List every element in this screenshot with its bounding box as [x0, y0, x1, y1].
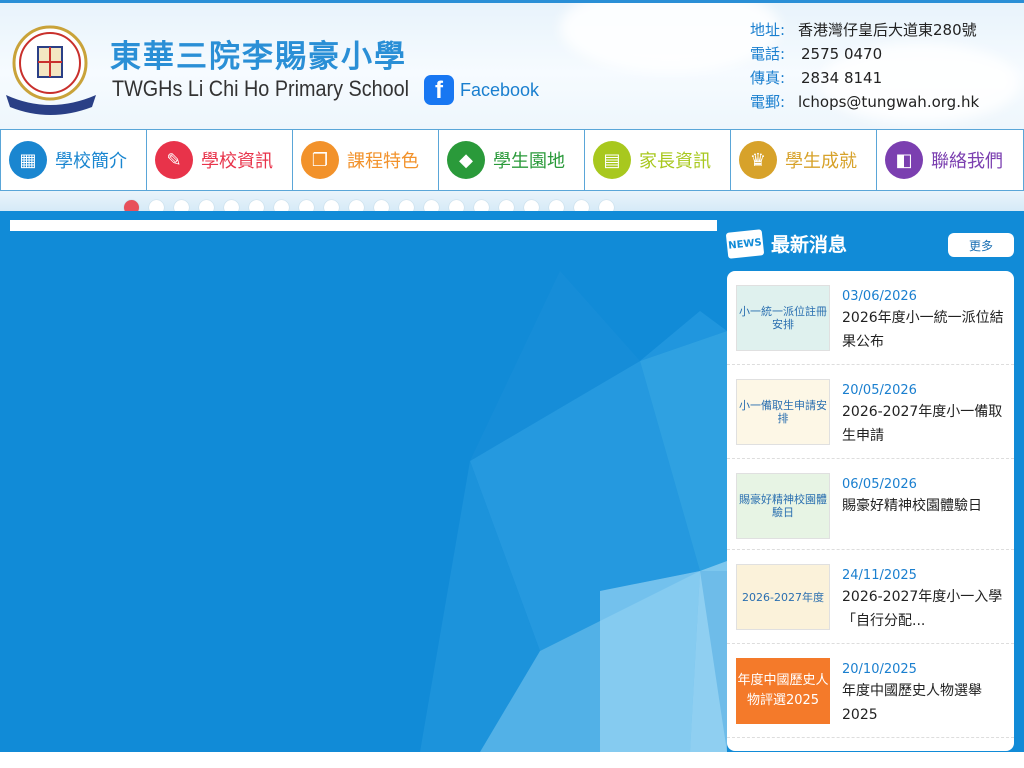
news-text: 20/10/2025 年度中國歷史人物選舉2025	[830, 654, 1014, 727]
header-cloud	[560, 3, 780, 73]
nav-item-label: 課程特色	[347, 151, 419, 172]
nav-item-label: 聯絡我們	[931, 151, 1003, 172]
contact-email-link[interactable]: lchops@tungwah.org.hk	[798, 90, 979, 114]
news-headline[interactable]: 2026-2027年度小一備取生申請	[842, 400, 1010, 448]
books-icon: ❐	[301, 141, 339, 179]
contact-key: 傳真:	[750, 69, 786, 87]
contact-key: 地址:	[750, 21, 786, 39]
nav-item-label: 學校簡介	[55, 151, 127, 172]
site-header: 東華三院李賜豪小學 TWGHs Li Chi Ho Primary School…	[0, 0, 1024, 130]
document-edit-icon: ✎	[155, 141, 193, 179]
news-text: 20/05/2026 2026-2027年度小一備取生申請	[830, 375, 1014, 448]
contact-email: 電郵: lchops@tungwah.org.hk	[750, 90, 979, 114]
nav-item-label: 學生成就	[785, 151, 857, 172]
graduation-cap-icon: ◆	[447, 141, 485, 179]
facebook-link[interactable]: f Facebook	[424, 75, 539, 105]
trophy-icon: ♛	[739, 141, 777, 179]
school-building-icon: ▦	[9, 141, 47, 179]
facebook-icon: f	[424, 75, 454, 105]
contact-value: 2834 8141	[801, 69, 883, 87]
news-item[interactable]: 2026-2027年度 24/11/2025 2026-2027年度小一入學「自行分…	[727, 550, 1014, 644]
nav-item-label: 家長資訊	[639, 151, 711, 172]
nav-item[interactable]: ▤ 家長資訊	[585, 130, 731, 190]
news-header: NEWS 最新消息	[725, 228, 848, 259]
nav-item[interactable]: ❐ 課程特色	[293, 130, 439, 190]
bottom-edge	[0, 752, 1024, 768]
nav-item[interactable]: ▦ 學校簡介	[1, 130, 147, 190]
contact-fax: 傳真: 2834 8141	[750, 66, 979, 90]
news-icon: ▤	[593, 141, 631, 179]
news-more-button[interactable]: 更多	[948, 233, 1014, 257]
news-headline[interactable]: 年度中國歷史人物選舉2025	[842, 679, 1010, 727]
news-headline[interactable]: 2026年度小一統一派位結果公布	[842, 306, 1010, 354]
news-date: 20/05/2026	[842, 383, 917, 398]
news-date: 20/10/2025	[842, 662, 917, 677]
news-list: 小一統一派位註冊安排 03/06/2026 2026年度小一統一派位結果公布 小一備取…	[727, 271, 1014, 751]
nav-item[interactable]: ◆ 學生園地	[439, 130, 585, 190]
nav-item[interactable]: ♛ 學生成就	[731, 130, 877, 190]
contact-card-icon: ◧	[885, 141, 923, 179]
news-item[interactable]: 賜豪好精神校園體驗日 06/05/2026 賜豪好精神校園體驗日	[727, 459, 1014, 550]
news-item[interactable]: 年度中國歷史人物評選2025 20/10/2025 年度中國歷史人物選舉2025	[727, 644, 1014, 738]
contact-address: 地址: 香港灣仔皇后大道東280號	[750, 18, 979, 42]
contact-key: 電話:	[750, 45, 786, 63]
news-text: 24/11/2025 2026-2027年度小一入學「自行分配...	[830, 560, 1014, 633]
school-name-chinese[interactable]: 東華三院李賜豪小學	[110, 31, 407, 76]
contact-key: 電郵:	[750, 93, 786, 111]
contact-value: 香港灣仔皇后大道東280號	[798, 21, 977, 39]
news-thumbnail[interactable]: 小一備取生申請安排	[736, 379, 830, 445]
main-nav: ▦ 學校簡介 ✎ 學校資訊 ❐ 課程特色 ◆ 學生園地 ▤ 家長資訊 ♛ 學生成就 ◧ 聯絡我們	[0, 129, 1024, 191]
nav-item-label: 學校資訊	[201, 151, 273, 172]
news-item[interactable]: 小一備取生申請安排 20/05/2026 2026-2027年度小一備取生申請	[727, 365, 1014, 459]
news-thumbnail[interactable]: 2026-2027年度	[736, 564, 830, 630]
nav-item[interactable]: ◧ 聯絡我們	[877, 130, 1023, 190]
newspaper-icon: NEWS	[725, 228, 765, 259]
contact-value: 2575 0470	[801, 45, 883, 63]
contact-info: 地址: 香港灣仔皇后大道東280號 電話: 2575 0470 傳真: 2834…	[750, 18, 979, 114]
news-text: 03/06/2026 2026年度小一統一派位結果公布	[830, 281, 1014, 354]
news-thumbnail[interactable]: 小一統一派位註冊安排	[736, 285, 830, 351]
news-item[interactable]: 小一統一派位註冊安排 03/06/2026 2026年度小一統一派位結果公布	[727, 271, 1014, 365]
nav-item[interactable]: ✎ 學校資訊	[147, 130, 293, 190]
facebook-label: Facebook	[460, 79, 540, 100]
contact-phone: 電話: 2575 0470	[750, 42, 979, 66]
school-name-english[interactable]: TWGHs Li Chi Ho Primary School	[112, 76, 409, 102]
news-date: 24/11/2025	[842, 568, 917, 583]
news-title: 最新消息	[771, 234, 848, 256]
school-logo[interactable]	[2, 17, 102, 117]
news-date: 06/05/2026	[842, 477, 917, 492]
news-headline[interactable]: 賜豪好精神校園體驗日	[842, 494, 982, 518]
nav-item-label: 學生園地	[493, 151, 565, 172]
news-headline[interactable]: 2026-2027年度小一入學「自行分配...	[842, 585, 1010, 633]
news-date: 03/06/2026	[842, 289, 917, 304]
slider-progress-bar	[10, 220, 717, 231]
news-text: 06/05/2026 賜豪好精神校園體驗日	[830, 469, 986, 539]
news-thumbnail[interactable]: 年度中國歷史人物評選2025	[736, 658, 830, 724]
news-thumbnail[interactable]: 賜豪好精神校園體驗日	[736, 473, 830, 539]
